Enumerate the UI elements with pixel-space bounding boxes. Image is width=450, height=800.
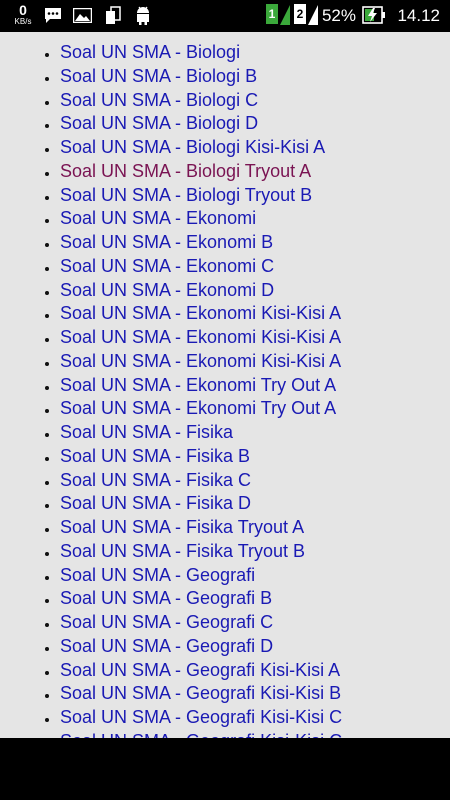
subject-link[interactable]: Soal UN SMA - Fisika B [60,446,250,466]
android-debug-icon [137,6,149,25]
list-item: Soal UN SMA - Biologi Tryout B [0,184,450,208]
subject-link[interactable]: Soal UN SMA - Ekonomi C [60,256,274,276]
screen-transfer-icon [106,6,121,24]
list-item: Soal UN SMA - Geografi Kisi-Kisi A [0,659,450,683]
subject-link[interactable]: Soal UN SMA - Biologi D [60,113,258,133]
list-item: Soal UN SMA - Biologi C [0,89,450,113]
subject-link[interactable]: Soal UN SMA - Ekonomi [60,208,256,228]
list-item: Soal UN SMA - Fisika Tryout B [0,540,450,564]
subject-link[interactable]: Soal UN SMA - Fisika Tryout B [60,541,305,561]
subject-link[interactable]: Soal UN SMA - Geografi Kisi-Kisi A [60,660,340,680]
subject-link[interactable]: Soal UN SMA - Geografi [60,565,255,585]
subject-link[interactable]: Soal UN SMA - Fisika D [60,493,251,513]
image-icon [73,8,92,23]
list-item: Soal UN SMA - Geografi D [0,635,450,659]
subject-link[interactable]: Soal UN SMA - Fisika Tryout A [60,517,304,537]
subject-link[interactable]: Soal UN SMA - Biologi Kisi-Kisi A [60,137,325,157]
list-item: Soal UN SMA - Ekonomi Try Out A [0,374,450,398]
subject-link[interactable]: Soal UN SMA - Fisika C [60,470,251,490]
network-speed-value: 0 [19,2,27,18]
subject-link[interactable]: Soal UN SMA - Geografi Kisi-Kisi B [60,683,341,703]
list-item: Soal UN SMA - Fisika B [0,445,450,469]
list-item: Soal UN SMA - Geografi Kisi-Kisi B [0,682,450,706]
subject-link[interactable]: Soal UN SMA - Ekonomi Kisi-Kisi A [60,327,341,347]
list-item: Soal UN SMA - Geografi [0,564,450,588]
signal-sim1-icon [280,5,290,25]
subject-link[interactable]: Soal UN SMA - Geografi Kisi-Kisi C [60,731,342,738]
subject-link[interactable]: Soal UN SMA - Biologi Tryout A [60,161,311,181]
list-item: Soal UN SMA - Ekonomi [0,207,450,231]
list-item: Soal UN SMA - Geografi Kisi-Kisi C [0,706,450,730]
list-item: Soal UN SMA - Biologi [0,41,450,65]
list-item: Soal UN SMA - Ekonomi Kisi-Kisi A [0,350,450,374]
subject-link[interactable]: Soal UN SMA - Biologi B [60,66,257,86]
subject-link[interactable]: Soal UN SMA - Geografi D [60,636,273,656]
subject-link[interactable]: Soal UN SMA - Ekonomi Kisi-Kisi A [60,303,341,323]
battery-percent: 52% [321,6,356,25]
list-item: Soal UN SMA - Biologi Tryout A [0,160,450,184]
list-item: Soal UN SMA - Ekonomi Try Out A [0,397,450,421]
subject-link[interactable]: Soal UN SMA - Ekonomi B [60,232,273,252]
subject-link[interactable]: Soal UN SMA - Geografi B [60,588,272,608]
subject-link[interactable]: Soal UN SMA - Biologi Tryout B [60,185,312,205]
list-item: Soal UN SMA - Ekonomi Kisi-Kisi A [0,302,450,326]
list-item: Soal UN SMA - Biologi Kisi-Kisi A [0,136,450,160]
list-item: Soal UN SMA - Fisika [0,421,450,445]
subject-link[interactable]: Soal UN SMA - Ekonomi D [60,280,274,300]
subject-link[interactable]: Soal UN SMA - Ekonomi Kisi-Kisi A [60,351,341,371]
subject-link[interactable]: Soal UN SMA - Biologi C [60,90,258,110]
list-item: Soal UN SMA - Fisika D [0,492,450,516]
navigation-bar [0,738,450,800]
subject-link[interactable]: Soal UN SMA - Fisika [60,422,233,442]
messages-icon [45,8,61,23]
subject-link[interactable]: Soal UN SMA - Biologi [60,42,240,62]
list-item: Soal UN SMA - Fisika C [0,469,450,493]
list-item: Soal UN SMA - Ekonomi D [0,279,450,303]
list-item: Soal UN SMA - Biologi B [0,65,450,89]
clock: 14.12 [397,6,440,25]
list-item: Soal UN SMA - Ekonomi B [0,231,450,255]
status-bar: 0 KB/s 1 2 52% 14.12 [0,0,450,32]
page-content: Soal UN SMA - Biologi Soal UN SMA - Biolo… [0,32,450,738]
list-item: Soal UN SMA - Biologi D [0,112,450,136]
list-item: Soal UN SMA - Geografi B [0,587,450,611]
subject-link[interactable]: Soal UN SMA - Ekonomi Try Out A [60,375,336,395]
list-item: Soal UN SMA - Geografi C [0,611,450,635]
list-item: Soal UN SMA - Geografi Kisi-Kisi C [0,730,450,738]
link-list: Soal UN SMA - Biologi Soal UN SMA - Biolo… [0,32,450,738]
list-item: Soal UN SMA - Ekonomi C [0,255,450,279]
list-item: Soal UN SMA - Fisika Tryout A [0,516,450,540]
network-speed-indicator: 0 KB/s [10,3,36,26]
signal-sim2-icon [308,5,318,25]
network-speed-unit: KB/s [14,17,32,26]
battery-charging-icon [362,6,385,24]
list-item: Soal UN SMA - Ekonomi Kisi-Kisi A [0,326,450,350]
subject-link[interactable]: Soal UN SMA - Geografi Kisi-Kisi C [60,707,342,727]
subject-link[interactable]: Soal UN SMA - Geografi C [60,612,273,632]
subject-link[interactable]: Soal UN SMA - Ekonomi Try Out A [60,398,336,418]
